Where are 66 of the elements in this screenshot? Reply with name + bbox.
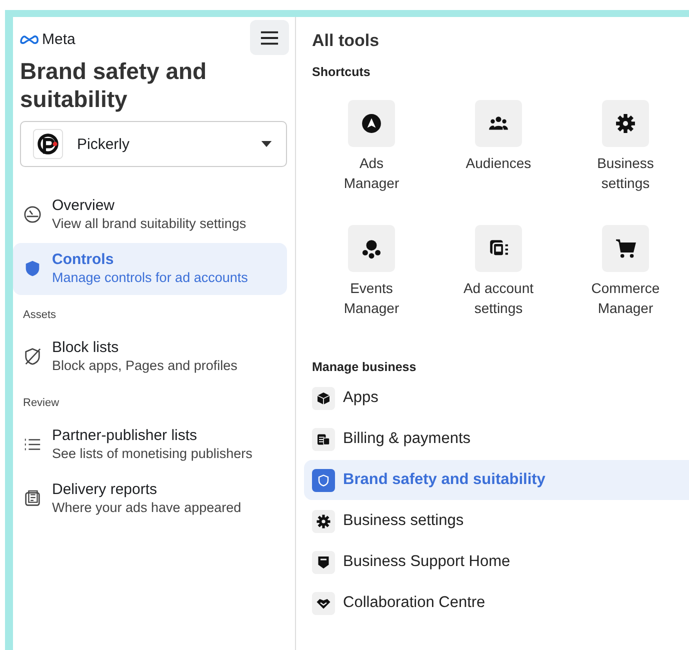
shortcut-label: Audiences — [464, 154, 532, 173]
shortcut-label: Ads Manager — [342, 154, 400, 193]
shield-icon — [23, 259, 42, 278]
shortcut-button[interactable] — [348, 100, 395, 147]
shortcut-button[interactable] — [475, 225, 522, 272]
shortcut-button[interactable] — [602, 225, 649, 272]
shortcut-label: Events Manager — [342, 279, 400, 318]
shortcut-label: Commerce Manager — [590, 279, 661, 318]
menu-label: Brand safety and suitability — [343, 471, 546, 489]
menu-label: Collaboration Centre — [343, 594, 486, 612]
section-heading: Shortcuts — [311, 64, 372, 79]
caret-icon — [261, 141, 272, 147]
slashed-shield-icon — [23, 347, 42, 366]
compass-icon — [361, 113, 382, 134]
menu-label: Apps — [343, 389, 378, 407]
nav-label: Controls — [52, 251, 115, 269]
shortcut-label: Ad account settings — [462, 279, 535, 318]
nav-item[interactable]: Partner-publisher lists See lists of monetising publishers — [13, 419, 287, 471]
menu-label: Business Support Home — [343, 553, 510, 571]
nav-description: See lists of monetising publishers — [52, 445, 252, 463]
logo-text: Meta — [42, 31, 76, 48]
menu-item[interactable]: Business Support Home — [304, 542, 689, 582]
nav-item[interactable]: Controls Manage controls for ad accounts — [13, 243, 287, 295]
menu-item[interactable]: Apps — [304, 378, 689, 418]
badge-icon — [316, 554, 331, 570]
account-logo-icon — [33, 129, 63, 159]
shortcut-button[interactable] — [348, 225, 395, 272]
nav-label: Partner-publisher lists — [52, 427, 198, 445]
menu-button[interactable] — [250, 20, 289, 55]
shortcut-label: Business settings — [596, 154, 655, 193]
menu-item[interactable]: Brand safety and suitability — [304, 460, 689, 500]
report-icon — [23, 489, 42, 508]
nav-label: Block lists — [52, 339, 120, 357]
nav-item[interactable]: Overview View all brand suitability settings — [13, 189, 287, 241]
gear-icon — [615, 113, 636, 134]
section-heading: Assets — [22, 308, 58, 323]
network-icon — [361, 238, 382, 259]
cart-icon — [615, 238, 636, 259]
menu-item[interactable]: Collaboration Centre — [304, 583, 689, 623]
page-title: Brand safety and suitability — [19, 57, 208, 113]
menu-item[interactable]: Billing & payments — [304, 419, 689, 459]
nav-description: Block apps, Pages and profiles — [52, 357, 238, 375]
shortcut-button[interactable] — [475, 100, 522, 147]
nav-label: Overview — [52, 197, 116, 215]
nav-item[interactable]: Block lists Block apps, Pages and profiles — [13, 331, 287, 383]
shield-icon — [316, 472, 331, 488]
menu-label: Business settings — [343, 512, 464, 530]
account-name: Pickerly — [77, 136, 131, 152]
nav-description: Manage controls for ad accounts — [52, 269, 248, 287]
box-icon — [316, 390, 331, 406]
section-title: All tools — [311, 30, 380, 51]
gauge-icon — [23, 205, 42, 224]
meta-logo-icon — [20, 34, 39, 45]
nav-item[interactable]: Delivery reports Where your ads have appeared — [13, 473, 287, 525]
coins-icon — [316, 432, 331, 446]
gear-icon — [316, 514, 331, 528]
menu-label: Billing & payments — [343, 430, 471, 448]
nav-description: View all brand suitability settings — [52, 215, 246, 233]
nav-description: Where your ads have appeared — [52, 499, 242, 517]
section-heading: Manage business — [311, 359, 418, 374]
nav-label: Delivery reports — [52, 481, 158, 499]
shortcut-button[interactable] — [602, 100, 649, 147]
section-heading: Review — [22, 396, 60, 411]
menu-icon — [260, 30, 279, 46]
account-dropdown[interactable]: Pickerly — [20, 121, 287, 167]
menu-item[interactable]: Business settings — [304, 501, 689, 541]
